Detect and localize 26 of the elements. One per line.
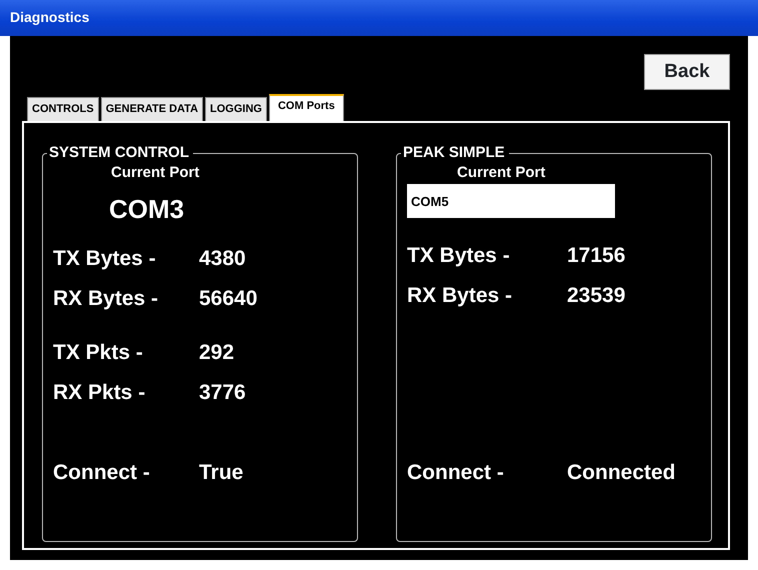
port-value: COM3 bbox=[109, 193, 184, 226]
window-title: Diagnostics bbox=[10, 9, 90, 25]
port-label: Current Port bbox=[111, 162, 200, 182]
tab[interactable]: LOGGING bbox=[205, 97, 267, 120]
stat-label: RX Bytes - bbox=[53, 286, 160, 312]
tab[interactable]: COM Ports bbox=[268, 94, 344, 120]
back-button[interactable]: Back bbox=[644, 54, 730, 90]
stat-value: 292 bbox=[199, 340, 234, 366]
stat-label: TX Bytes - bbox=[407, 243, 511, 269]
stat-value: 17156 bbox=[567, 243, 626, 269]
stat-value: 56640 bbox=[199, 286, 258, 312]
connect-value: True bbox=[199, 460, 244, 486]
stat-value: 3776 bbox=[199, 380, 246, 406]
stat-value: 4380 bbox=[199, 246, 246, 272]
stat-label: TX Pkts - bbox=[53, 340, 144, 366]
tab[interactable]: GENERATE DATA bbox=[100, 97, 204, 120]
connect-value: Connected bbox=[567, 460, 676, 486]
port-label: Current Port bbox=[457, 162, 546, 182]
connect-label: Connect - bbox=[407, 460, 505, 486]
stat-label: TX Bytes - bbox=[53, 246, 157, 272]
connect-label: Connect - bbox=[53, 460, 151, 486]
tab[interactable]: CONTROLS bbox=[27, 97, 99, 120]
stat-label: RX Pkts - bbox=[53, 380, 146, 406]
port-field[interactable]: COM5 bbox=[407, 184, 615, 218]
stat-value: 23539 bbox=[567, 283, 626, 309]
stat-label: RX Bytes - bbox=[407, 283, 514, 309]
